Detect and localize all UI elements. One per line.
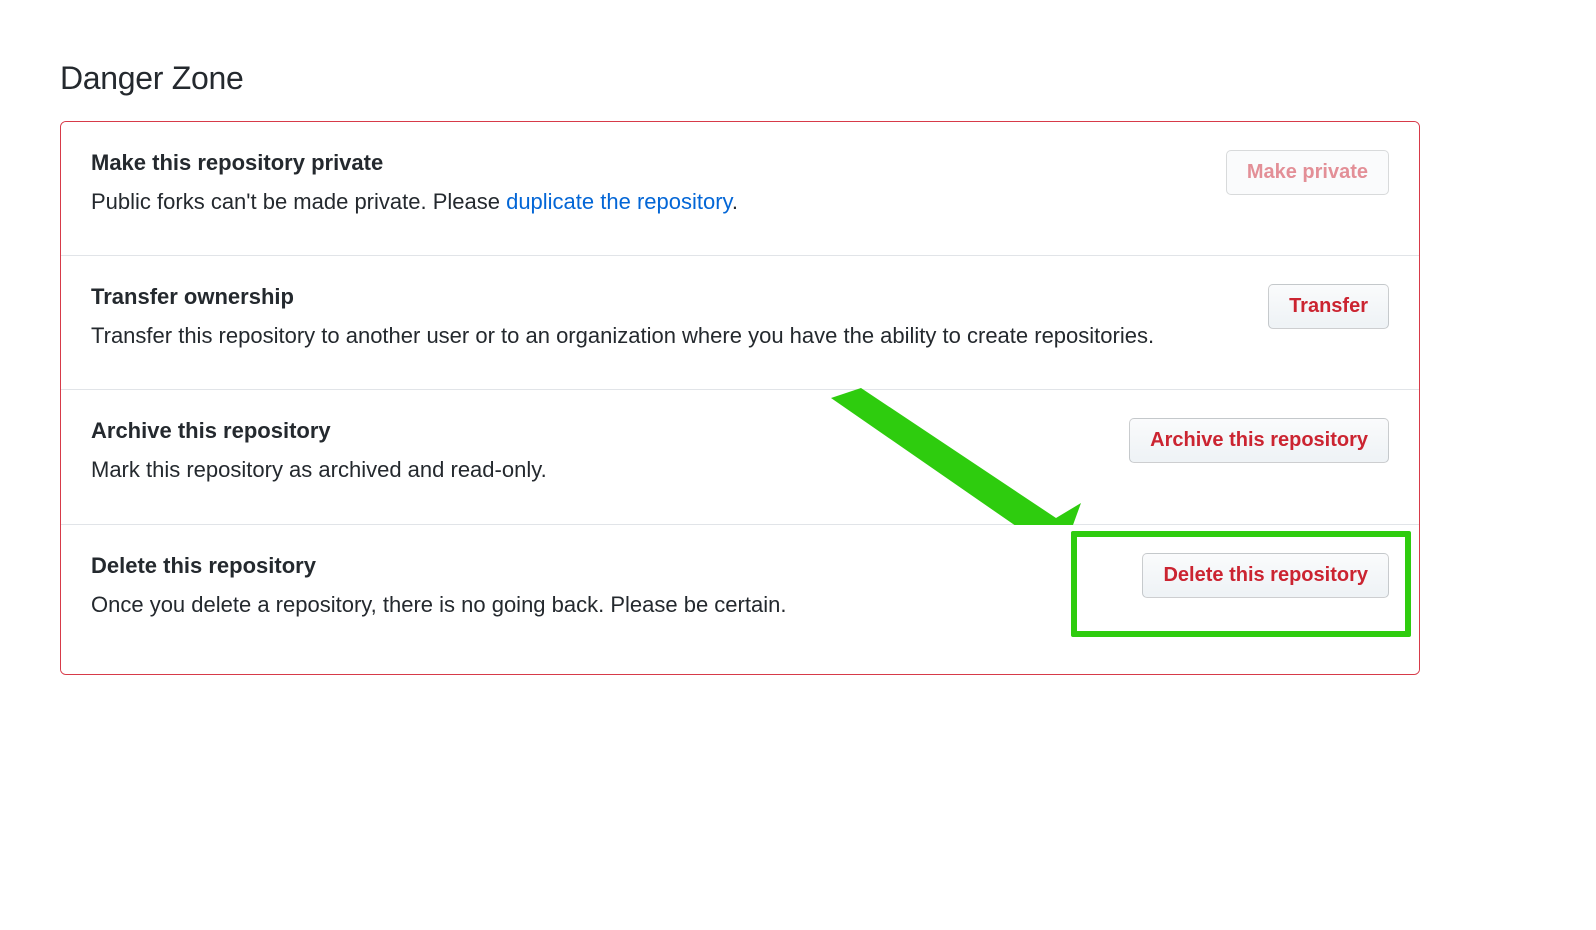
delete-desc: Once you delete a repository, there is n… (91, 587, 1122, 622)
danger-zone-section: Danger Zone Make this repository private… (60, 60, 1420, 675)
transfer-title: Transfer ownership (91, 284, 1248, 310)
transfer-text: Transfer ownership Transfer this reposit… (91, 284, 1268, 353)
archive-desc: Mark this repository as archived and rea… (91, 452, 1109, 487)
archive-text: Archive this repository Mark this reposi… (91, 418, 1129, 487)
make-private-desc-prefix: Public forks can't be made private. Plea… (91, 189, 506, 214)
archive-row: Archive this repository Mark this reposi… (61, 390, 1419, 524)
make-private-button: Make private (1226, 150, 1389, 195)
transfer-desc: Transfer this repository to another user… (91, 318, 1248, 353)
section-heading: Danger Zone (60, 60, 1420, 97)
make-private-text: Make this repository private Public fork… (91, 150, 1226, 219)
duplicate-repo-link[interactable]: duplicate the repository (506, 189, 732, 214)
delete-text: Delete this repository Once you delete a… (91, 553, 1142, 622)
transfer-row: Transfer ownership Transfer this reposit… (61, 256, 1419, 390)
danger-zone-box: Make this repository private Public fork… (60, 121, 1420, 675)
make-private-row: Make this repository private Public fork… (61, 122, 1419, 256)
transfer-button[interactable]: Transfer (1268, 284, 1389, 329)
delete-title: Delete this repository (91, 553, 1122, 579)
make-private-title: Make this repository private (91, 150, 1206, 176)
archive-title: Archive this repository (91, 418, 1109, 444)
make-private-desc-suffix: . (732, 189, 738, 214)
delete-button[interactable]: Delete this repository (1142, 553, 1389, 598)
archive-button[interactable]: Archive this repository (1129, 418, 1389, 463)
delete-row: Delete this repository Once you delete a… (61, 525, 1419, 674)
make-private-desc: Public forks can't be made private. Plea… (91, 184, 1206, 219)
